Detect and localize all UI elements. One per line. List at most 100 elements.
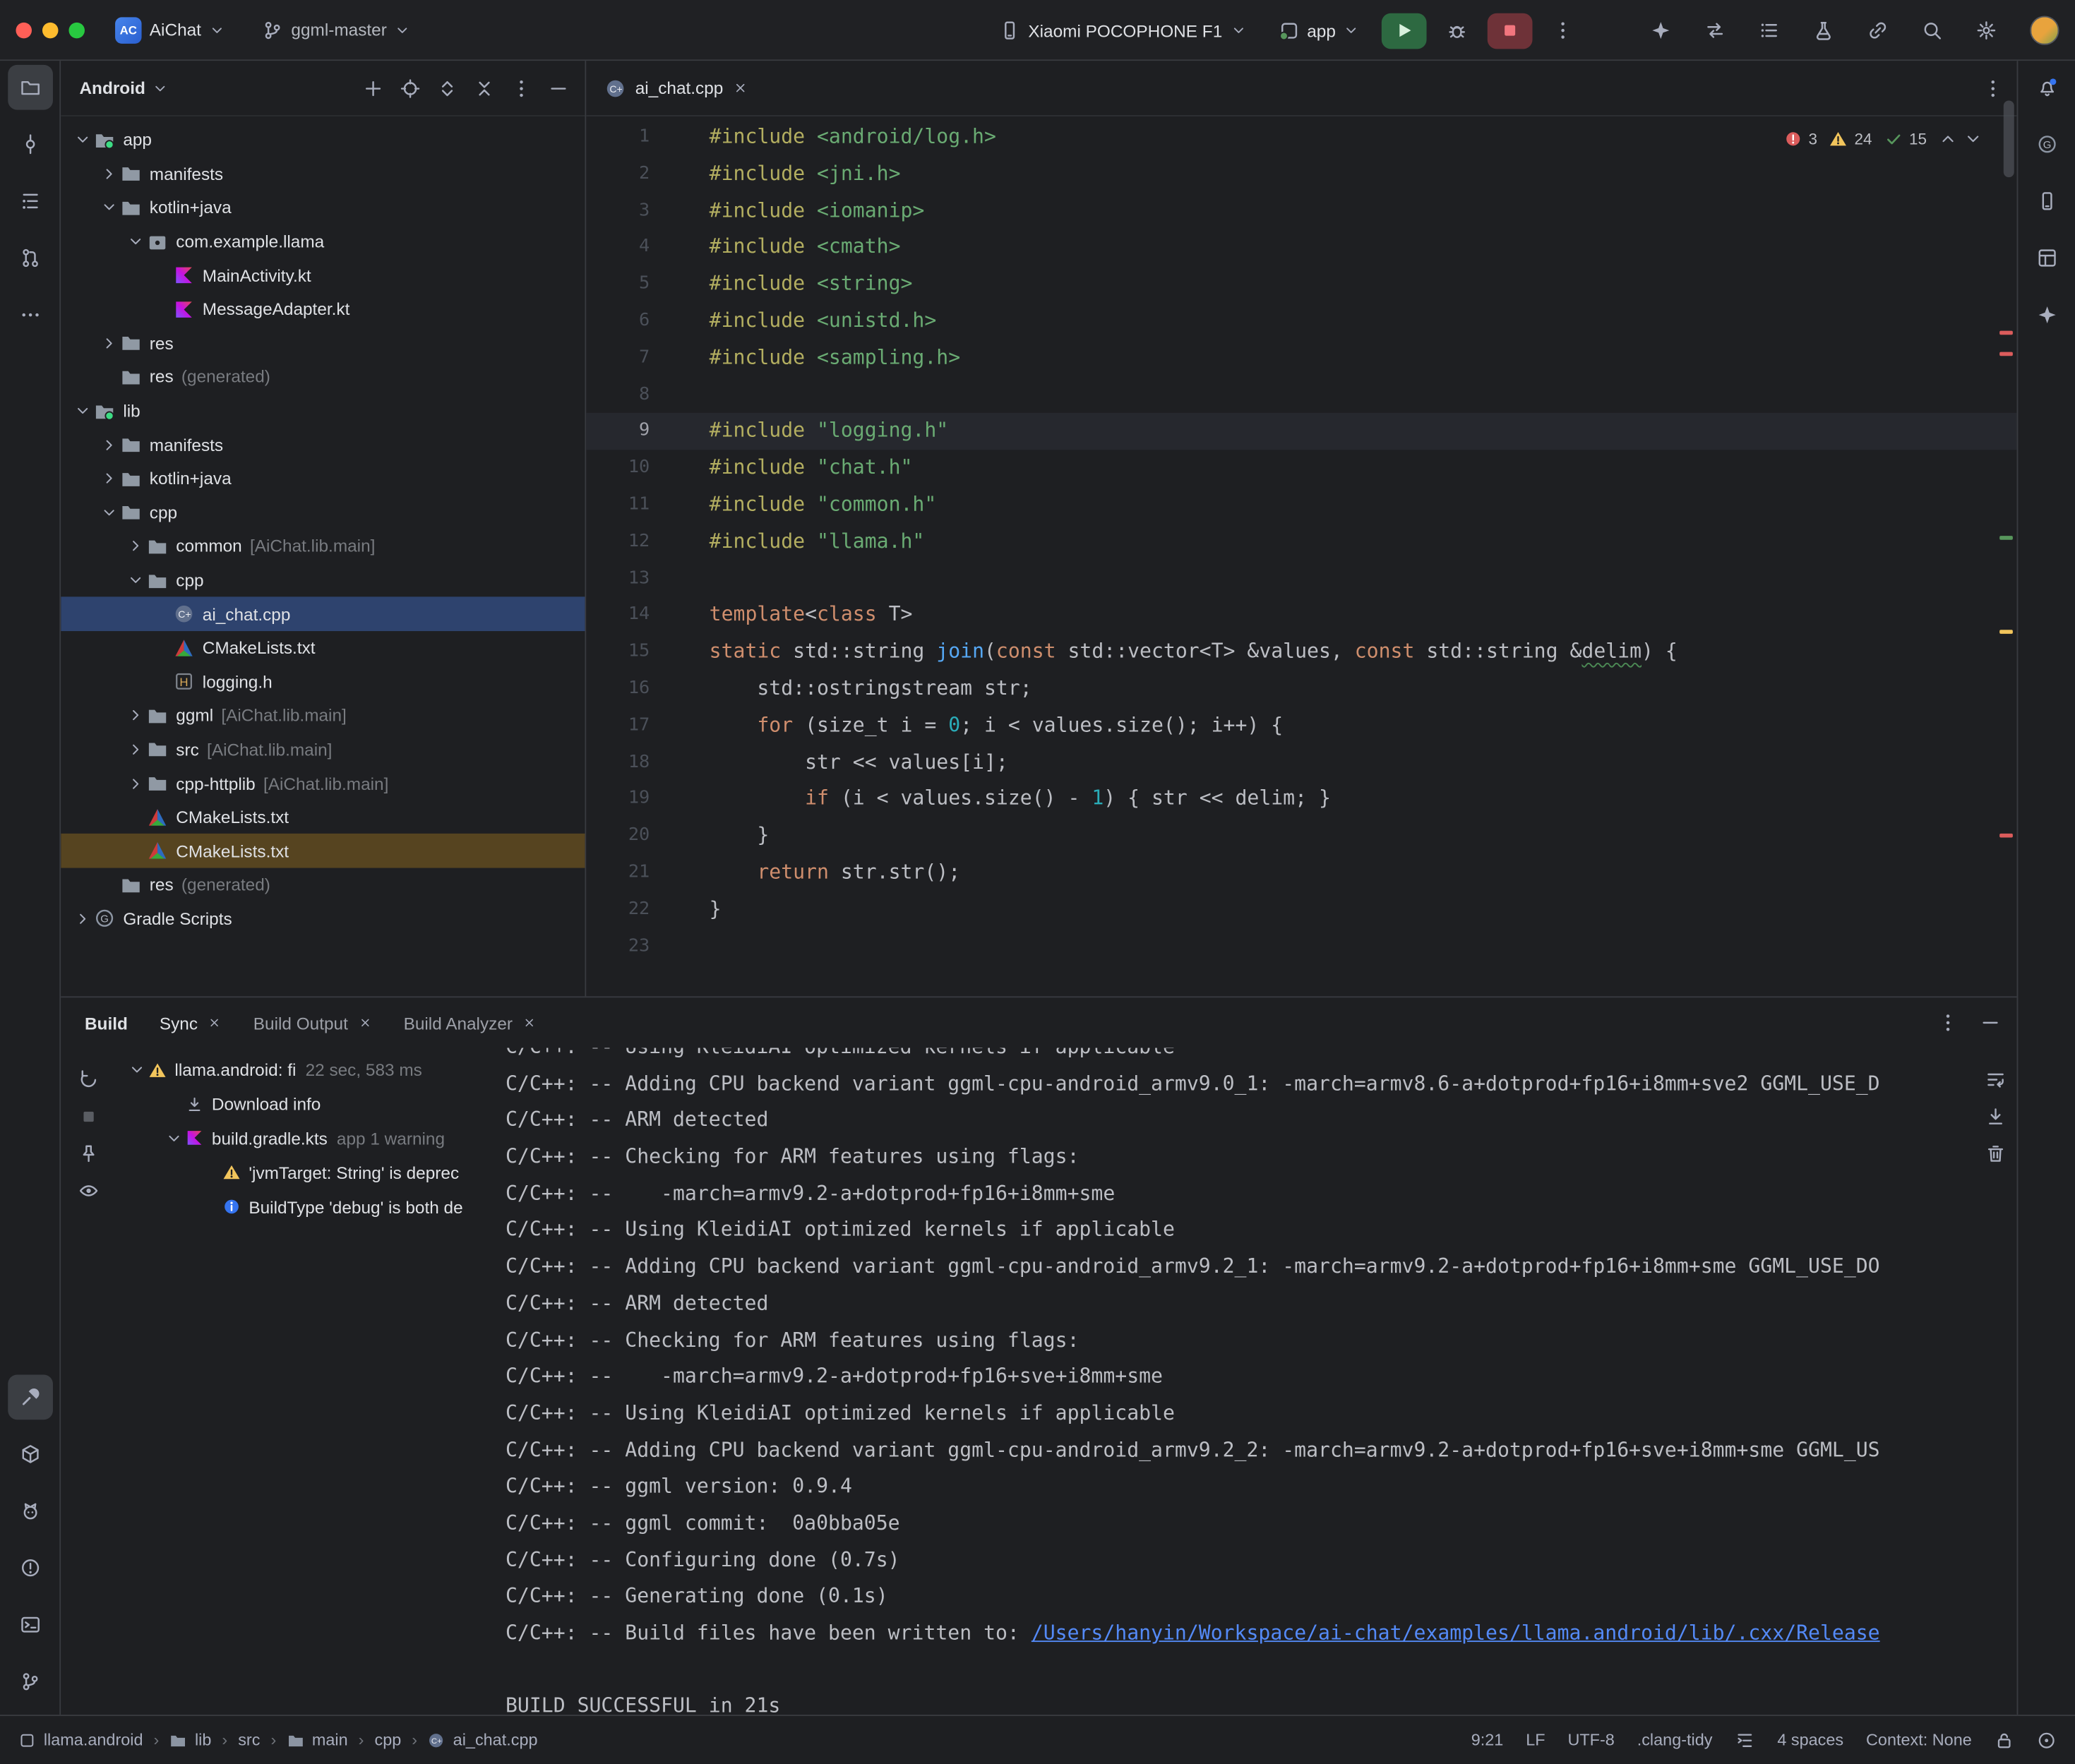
zoom-window-button[interactable] [68,22,84,37]
code-line[interactable]: 12#include "llama.h" [586,524,2016,560]
breadcrumb-item-llama-android[interactable]: llama.android [18,1731,143,1749]
chevron-down-icon[interactable] [98,504,121,521]
dependencies-tool-button[interactable] [7,1432,52,1477]
tree-item-ggml[interactable]: ggml[AiChat.lib.main] [61,699,585,733]
code-line[interactable]: 11#include "common.h" [586,487,2016,524]
chevron-right-icon[interactable] [124,707,147,724]
tree-item-kotlin-java[interactable]: kotlin+java [61,191,585,224]
build-tool-button[interactable] [7,1374,52,1420]
task-list-icon[interactable] [1759,20,1780,41]
tree-item-cpp[interactable]: cpp [61,496,585,529]
tree-item-com-example-llama[interactable]: com.example.llama [61,224,585,258]
file-encoding[interactable]: UTF-8 [1567,1731,1614,1749]
version-control-tool-button[interactable] [7,1659,52,1704]
project-view-selector[interactable]: Android [79,78,145,98]
share-link-icon[interactable] [1867,20,1889,41]
indent-style-icon[interactable] [1735,1730,1754,1750]
settings-icon[interactable] [1975,20,1997,41]
search-everywhere-icon[interactable] [1922,20,1943,41]
build-console[interactable]: C/C++: -- Using KleidiAI optimized kerne… [503,1048,2016,1715]
code-line[interactable]: 23 [586,928,2016,965]
user-avatar[interactable] [2030,16,2059,44]
error-stripe-mark[interactable] [1999,630,2013,634]
tree-item-ai-chat-cpp[interactable]: C+ai_chat.cpp [61,597,585,631]
terminal-tool-button[interactable] [7,1602,52,1648]
tab-build-output[interactable]: Build Output [253,1013,372,1033]
layout-inspector-button[interactable] [2024,236,2069,281]
clear-all-icon[interactable] [1985,1143,2007,1164]
chevron-right-icon[interactable] [124,775,147,792]
tree-item-res[interactable]: res(generated) [61,868,585,902]
close-tab-icon[interactable] [523,1016,537,1030]
cursor-position[interactable]: 9:21 [1471,1731,1504,1749]
tree-item-cpp[interactable]: cpp [61,563,585,597]
line-separator[interactable]: LF [1526,1731,1545,1749]
commit-tool-button[interactable] [7,121,52,167]
tree-item-app[interactable]: app [61,123,585,157]
error-stripe-mark[interactable] [1999,352,2013,356]
tree-item-cmakelists-txt[interactable]: CMakeLists.txt [61,631,585,665]
console-link[interactable]: /Users/hanyin/Workspace/ai-chat/examples… [1031,1621,1880,1645]
tab-ai-chat-cpp[interactable]: C+ ai_chat.cpp [586,61,763,115]
pull-requests-tool-button[interactable] [7,236,52,281]
chevron-right-icon[interactable] [124,538,147,555]
tree-item-lib[interactable]: lib [61,394,585,428]
chevron-down-icon[interactable] [98,199,121,216]
code-line[interactable]: 13 [586,560,2016,597]
build-tree-item-build-gradle-kts[interactable]: build.gradle.ktsapp 1 warning [116,1122,503,1156]
inspection-level-icon[interactable] [2037,1730,2057,1750]
test-tools-icon[interactable] [1813,20,1834,41]
code-editor[interactable]: 1#include <android/log.h>2#include <jni.… [586,116,2016,965]
chevron-down-icon[interactable] [162,1130,186,1147]
tree-item-res[interactable]: res(generated) [61,360,585,394]
tab-sync[interactable]: Sync [160,1013,222,1033]
tree-item-manifests[interactable]: manifests [61,428,585,462]
build-tree-item-download-info[interactable]: Download info [116,1087,503,1121]
breadcrumb-item-lib[interactable]: lib [169,1731,211,1749]
scroll-to-end-icon[interactable] [1985,1106,2007,1127]
code-line[interactable]: 2#include <jni.h> [586,156,2016,193]
code-line[interactable]: 22} [586,892,2016,928]
run-button[interactable] [1382,13,1428,49]
tree-item-messageadapter-kt[interactable]: MessageAdapter.kt [61,292,585,326]
hide-build-panel-icon[interactable] [1980,1012,2001,1033]
assistant-tool-button[interactable] [2024,292,2069,337]
code-line[interactable]: 4#include <cmath> [586,229,2016,266]
error-stripe-mark[interactable] [1999,834,2013,838]
more-run-options-button[interactable] [1546,13,1581,48]
close-tab-icon[interactable] [208,1016,222,1030]
editor-options-icon[interactable] [1983,78,2004,99]
chevron-down-icon[interactable] [124,1062,148,1079]
build-tree-item-llama-android-fi[interactable]: llama.android: fi22 sec, 583 ms [116,1053,503,1087]
tree-item-src[interactable]: src[AiChat.lib.main] [61,733,585,767]
locate-file-icon[interactable] [400,78,421,99]
editor-scrollbar[interactable] [2004,100,2014,177]
pin-tab-icon[interactable] [78,1143,100,1164]
add-icon[interactable] [363,78,384,99]
chevron-down-icon[interactable] [124,572,147,589]
code-line[interactable]: 14template<class T> [586,597,2016,634]
next-problem-icon[interactable] [1964,130,1983,148]
previous-problem-icon[interactable] [1939,130,1957,148]
chevron-right-icon[interactable] [98,470,121,487]
rerun-sync-icon[interactable] [78,1069,100,1090]
error-stripe-mark[interactable] [1999,331,2013,335]
code-line[interactable]: 18 str << values[i]; [586,744,2016,781]
chevron-right-icon[interactable] [124,741,147,758]
chevron-down-icon[interactable] [71,402,94,419]
code-line[interactable]: 20 } [586,818,2016,855]
tree-item-cmakelists-txt[interactable]: CMakeLists.txt [61,834,585,868]
code-line[interactable]: 6#include <unistd.h> [586,303,2016,340]
code-line[interactable]: 10#include "chat.h" [586,450,2016,487]
lock-icon[interactable] [1995,1730,2014,1750]
tab-build-analyzer[interactable]: Build Analyzer [404,1013,537,1033]
device-selector[interactable]: Xiaomi POCOPHONE F1 [990,15,1255,47]
notifications-button[interactable] [2024,65,2069,110]
more-tool-windows-button[interactable] [7,292,52,337]
clang-tidy-widget[interactable]: .clang-tidy [1637,1731,1713,1749]
ai-assistant-icon[interactable] [1650,20,1671,41]
code-line[interactable]: 9#include "logging.h" [586,414,2016,450]
code-line[interactable]: 5#include <string> [586,266,2016,303]
tree-item-common[interactable]: common[AiChat.lib.main] [61,529,585,563]
stop-disabled-icon[interactable] [78,1106,100,1127]
